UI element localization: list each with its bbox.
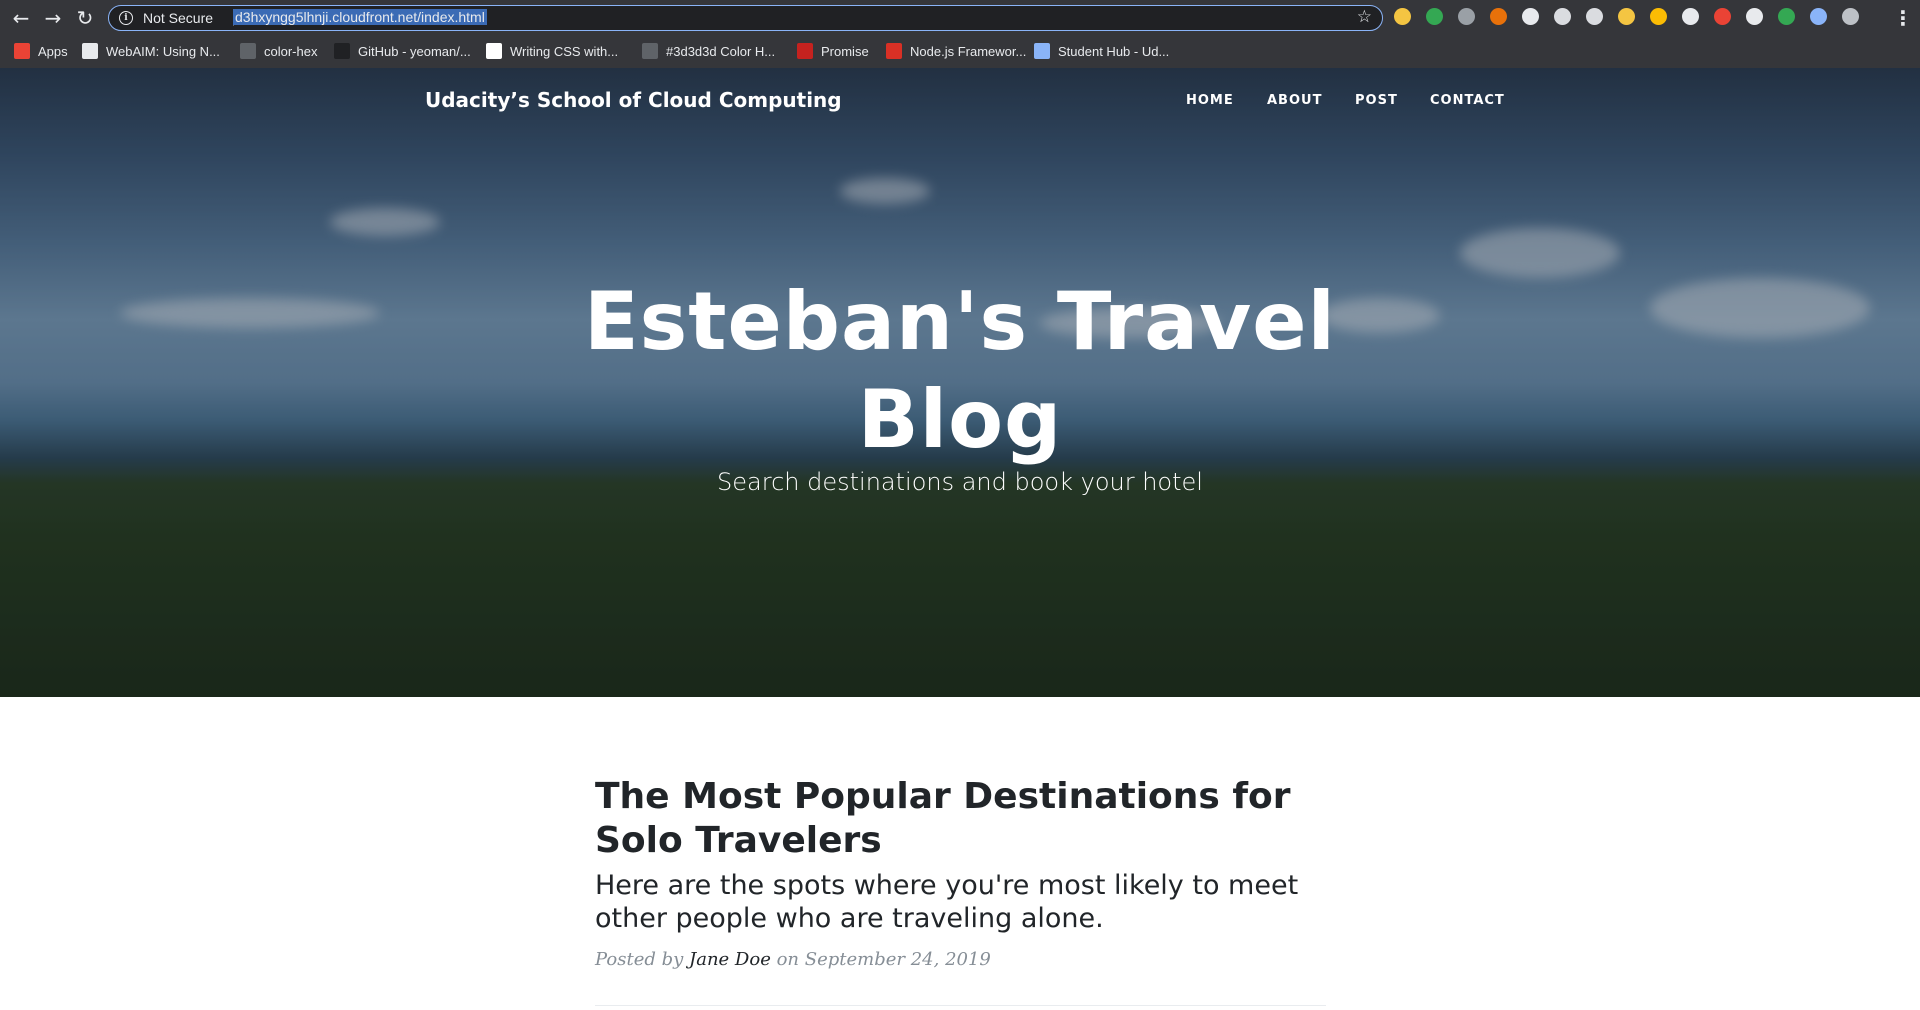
bookmark-label: Promise <box>821 44 869 59</box>
bookmark-label: GitHub - yeoman/... <box>358 44 471 59</box>
post-meta: Posted by Jane Doe on September 24, 2019 <box>595 949 1326 970</box>
bookmark-label: color-hex <box>264 44 318 59</box>
extension-icon[interactable] <box>1650 8 1667 25</box>
forward-icon[interactable]: → <box>40 5 66 31</box>
bookmark-label: Student Hub - Ud... <box>1058 44 1170 59</box>
nav-about[interactable]: ABOUT <box>1267 93 1322 108</box>
webaim-icon <box>82 43 98 59</box>
nav-post[interactable]: POST <box>1355 93 1398 108</box>
security-label[interactable]: Not Secure <box>143 10 213 26</box>
extension-icon[interactable] <box>1426 8 1443 25</box>
post-meta-on: on <box>776 949 800 970</box>
extension-icon[interactable] <box>1682 8 1699 25</box>
extension-icon[interactable] <box>1842 8 1859 25</box>
reload-icon[interactable]: ↻ <box>72 5 98 31</box>
bookmark-item[interactable]: WebAIM: Using N... <box>82 43 220 61</box>
browser-chrome: ← → ↻ i Not Secure d3hxyngg5lhnji.cloudf… <box>0 0 1920 68</box>
extension-icon[interactable] <box>1522 8 1539 25</box>
extension-icon[interactable] <box>1586 8 1603 25</box>
post-title[interactable]: The Most Popular Destinations for Solo T… <box>595 775 1326 863</box>
address-bar[interactable]: i Not Secure d3hxyngg5lhnji.cloudfront.n… <box>108 5 1383 31</box>
bookmark-label: #3d3d3d Color H... <box>666 44 776 59</box>
bookmark-item[interactable]: Writing CSS with... <box>486 43 618 61</box>
bookmark-label: Apps <box>38 44 68 59</box>
post-preview[interactable]: The Most Popular Destinations for Solo T… <box>595 775 1326 970</box>
more-vert-icon[interactable]: ⋮ <box>1893 5 1913 31</box>
hero-title: Esteban's Travel Blog <box>584 275 1336 466</box>
url-text[interactable]: d3hxyngg5lhnji.cloudfront.net/index.html <box>233 9 487 25</box>
post-divider <box>595 1005 1326 1006</box>
bookmark-label: Writing CSS with... <box>510 44 619 59</box>
extension-icon[interactable] <box>1458 8 1475 25</box>
hero-subtitle: Search destinations and book your hotel <box>717 468 1203 496</box>
nav-contact[interactable]: CONTACT <box>1430 93 1505 108</box>
post-meta-prefix: Posted by <box>595 949 684 970</box>
color-hex-icon <box>240 43 256 59</box>
extension-icon[interactable] <box>1618 8 1635 25</box>
bookmark-item[interactable]: color-hex <box>240 43 317 61</box>
post-author[interactable]: Jane Doe <box>689 949 771 970</box>
medium-icon <box>486 43 502 59</box>
bookmark-label: Node.js Framewor... <box>910 44 1027 59</box>
nav-home[interactable]: HOME <box>1186 93 1234 108</box>
color-hex-icon <box>642 43 658 59</box>
github-icon <box>334 43 350 59</box>
post-subtitle[interactable]: Here are the spots where you're most lik… <box>595 869 1326 935</box>
bookmark-item[interactable]: Node.js Framewor... <box>886 43 1026 61</box>
extension-icon[interactable] <box>1554 8 1571 25</box>
extension-icon[interactable] <box>1810 8 1827 25</box>
extension-icon[interactable] <box>1778 8 1795 25</box>
bookmark-item[interactable]: Promise <box>797 43 869 61</box>
bookmark-item[interactable]: Apps <box>14 43 68 61</box>
extension-icon[interactable] <box>1394 8 1411 25</box>
post-date: September 24, 2019 <box>804 949 991 970</box>
bookmarks-bar: Apps WebAIM: Using N... color-hex GitHub - … <box>0 38 1920 66</box>
star-icon[interactable]: ☆ <box>1357 7 1372 27</box>
extension-icon[interactable] <box>1746 8 1763 25</box>
back-icon[interactable]: ← <box>8 5 34 31</box>
extension-icon[interactable] <box>1714 8 1731 25</box>
node-framework-icon <box>886 43 902 59</box>
bookmark-item[interactable]: Student Hub - Ud... <box>1034 43 1169 61</box>
apps-grid-icon <box>14 43 30 59</box>
hero-header: Udacity’s School of Cloud Computing HOME… <box>0 68 1920 697</box>
bookmark-item[interactable]: #3d3d3d Color H... <box>642 43 775 61</box>
udacity-icon <box>1034 43 1050 59</box>
site-brand[interactable]: Udacity’s School of Cloud Computing <box>425 88 842 112</box>
extension-icon[interactable] <box>1490 8 1507 25</box>
info-icon[interactable]: i <box>119 11 133 25</box>
promise-icon <box>797 43 813 59</box>
bookmark-label: WebAIM: Using N... <box>106 44 220 59</box>
bookmark-item[interactable]: GitHub - yeoman/... <box>334 43 471 61</box>
